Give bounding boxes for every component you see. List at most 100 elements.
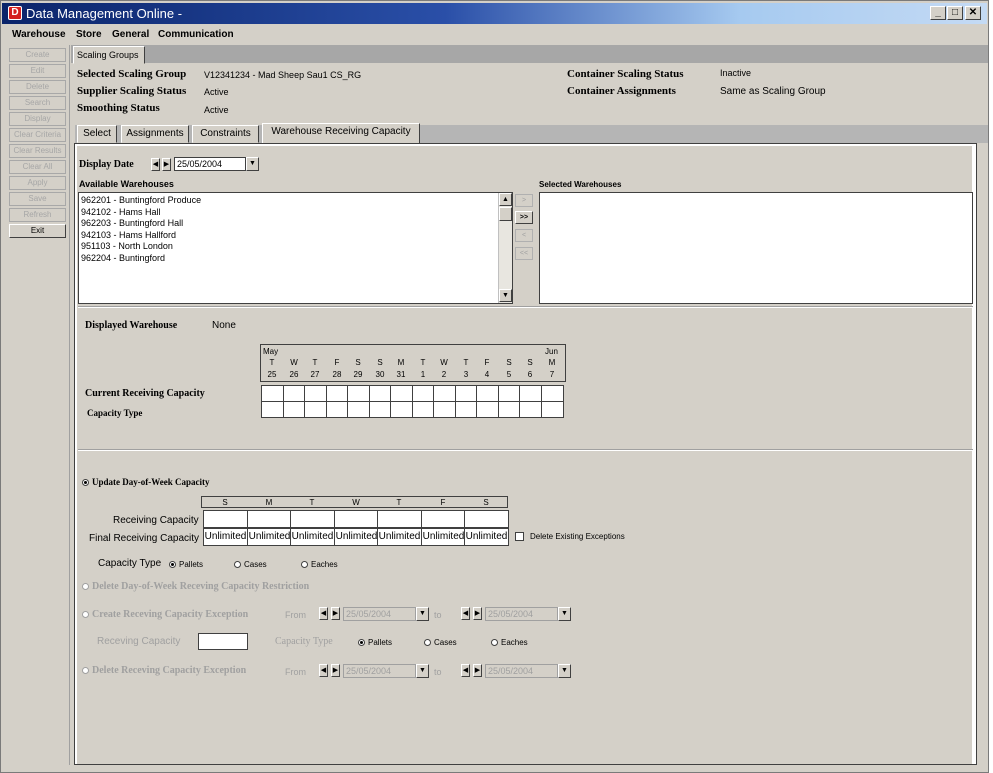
tab-constraints[interactable]: Constraints: [192, 125, 259, 143]
exception-type-cases[interactable]: Cases: [424, 638, 457, 647]
receiving-capacity-input[interactable]: [334, 510, 379, 528]
add-selected-button[interactable]: >: [515, 194, 533, 207]
remove-selected-button[interactable]: <: [515, 229, 533, 242]
delete-existing-exceptions-option[interactable]: Delete Existing Exceptions: [515, 532, 625, 541]
receiving-capacity-input[interactable]: [247, 510, 292, 528]
container-scaling-status-label: Container Scaling Status: [567, 68, 684, 80]
receiving-capacity-input[interactable]: [421, 510, 466, 528]
title-bar[interactable]: D Data Management Online - _ □ ✕: [2, 3, 987, 24]
exception-eaches-radio[interactable]: [491, 639, 498, 646]
save-button[interactable]: Save: [9, 192, 66, 206]
delete-from-prev-button[interactable]: ◀: [319, 664, 328, 677]
create-from-next-button[interactable]: ▶: [331, 607, 340, 620]
capacity-type-pallets[interactable]: Pallets: [169, 560, 203, 569]
exception-pallets-radio[interactable]: [358, 639, 365, 646]
menu-bar: Warehouse Store General Communication: [2, 25, 987, 45]
capacity-type-cases[interactable]: Cases: [234, 560, 267, 569]
tab-scaling-groups[interactable]: Scaling Groups: [73, 46, 145, 64]
list-item[interactable]: 942102 - Hams Hall: [79, 207, 512, 219]
tab-assignments[interactable]: Assignments: [121, 125, 189, 143]
selected-warehouses-list[interactable]: [539, 192, 973, 304]
delete-from-date[interactable]: 25/05/2004: [343, 664, 416, 678]
date-next-button[interactable]: ▶: [162, 158, 171, 171]
search-button[interactable]: Search: [9, 96, 66, 110]
display-date-input[interactable]: 25/05/2004: [174, 157, 246, 171]
tab-select[interactable]: Select: [77, 125, 117, 143]
apply-button[interactable]: Apply: [9, 176, 66, 190]
delete-existing-exceptions-checkbox[interactable]: [515, 532, 524, 541]
clear-all-button[interactable]: Clear All: [9, 160, 66, 174]
delete-to-prev-button[interactable]: ◀: [461, 664, 470, 677]
create-to-next-button[interactable]: ▶: [473, 607, 482, 620]
available-list-scrollbar[interactable]: ▲ ▼: [498, 193, 512, 303]
delete-to-next-button[interactable]: ▶: [473, 664, 482, 677]
edit-button[interactable]: Edit: [9, 64, 66, 78]
delete-dow-radio[interactable]: [82, 583, 89, 590]
menu-communication[interactable]: Communication: [158, 29, 234, 40]
display-button[interactable]: Display: [9, 112, 66, 126]
list-item[interactable]: 962204 - Buntingford: [79, 253, 512, 265]
add-all-button[interactable]: >>: [515, 211, 533, 224]
create-exception-radio[interactable]: [82, 611, 89, 618]
exception-type-eaches[interactable]: Eaches: [491, 638, 528, 647]
delete-to-dropdown[interactable]: ▼: [558, 664, 571, 678]
receiving-capacity-input[interactable]: [203, 510, 248, 528]
pallets-radio[interactable]: [169, 561, 176, 568]
menu-general[interactable]: General: [112, 29, 149, 40]
create-from-dropdown[interactable]: ▼: [416, 607, 429, 621]
calendar-dow-label: T: [312, 358, 318, 367]
refresh-button[interactable]: Refresh: [9, 208, 66, 222]
delete-to-date[interactable]: 25/05/2004: [485, 664, 558, 678]
list-item[interactable]: 942103 - Hams Hallford: [79, 230, 512, 242]
close-button[interactable]: ✕: [965, 6, 981, 20]
delete-dow-option[interactable]: Delete Day-of-Week Receving Capacity Res…: [82, 581, 309, 592]
exception-type-pallets[interactable]: Pallets: [358, 638, 392, 647]
final-capacity-cell: Unlimited: [290, 528, 335, 546]
exception-receving-capacity-label: Receving Capacity: [97, 636, 181, 647]
receiving-capacity-input[interactable]: [290, 510, 335, 528]
create-from-date[interactable]: 25/05/2004: [343, 607, 416, 621]
display-date-dropdown[interactable]: ▼: [246, 157, 259, 171]
list-item[interactable]: 962201 - Buntingford Produce: [79, 195, 512, 207]
current-capacity-cell: [476, 385, 499, 402]
exception-cases-radio[interactable]: [424, 639, 431, 646]
delete-from-next-button[interactable]: ▶: [331, 664, 340, 677]
clear-criteria-button[interactable]: Clear Criteria: [9, 128, 66, 142]
create-to-prev-button[interactable]: ◀: [461, 607, 470, 620]
scroll-up-icon[interactable]: ▲: [499, 193, 512, 206]
date-prev-button[interactable]: ◀: [151, 158, 160, 171]
update-dow-option[interactable]: Update Day-of-Week Capacity: [82, 477, 210, 487]
create-button[interactable]: Create: [9, 48, 66, 62]
scroll-down-icon[interactable]: ▼: [499, 289, 512, 302]
delete-button[interactable]: Delete: [9, 80, 66, 94]
exit-button[interactable]: Exit: [9, 224, 66, 238]
scroll-thumb[interactable]: [499, 207, 512, 221]
menu-store[interactable]: Store: [76, 29, 102, 40]
create-exception-option[interactable]: Create Receving Capacity Exception: [82, 609, 248, 620]
receiving-capacity-input[interactable]: [377, 510, 422, 528]
create-from-prev-button[interactable]: ◀: [319, 607, 328, 620]
maximize-button[interactable]: □: [947, 6, 963, 20]
receiving-capacity-input[interactable]: [464, 510, 509, 528]
available-warehouses-list[interactable]: 962201 - Buntingford Produce 942102 - Ha…: [78, 192, 513, 304]
eaches-radio[interactable]: [301, 561, 308, 568]
create-to-dropdown[interactable]: ▼: [558, 607, 571, 621]
capacity-type-eaches[interactable]: Eaches: [301, 560, 338, 569]
capacity-type-cell: [476, 401, 499, 418]
remove-all-button[interactable]: <<: [515, 247, 533, 260]
tab-warehouse-receiving-capacity[interactable]: Warehouse Receiving Capacity: [262, 123, 420, 143]
delete-from-dropdown[interactable]: ▼: [416, 664, 429, 678]
menu-warehouse[interactable]: Warehouse: [12, 29, 66, 40]
update-dow-radio[interactable]: [82, 479, 89, 486]
delete-exception-radio[interactable]: [82, 667, 89, 674]
create-to-date[interactable]: 25/05/2004: [485, 607, 558, 621]
exception-capacity-input[interactable]: [198, 633, 248, 650]
minimize-button[interactable]: _: [930, 6, 946, 20]
cases-radio[interactable]: [234, 561, 241, 568]
clear-results-button[interactable]: Clear Results: [9, 144, 66, 158]
delete-exception-option[interactable]: Delete Receving Capacity Exception: [82, 665, 246, 676]
list-item[interactable]: 962203 - Buntingford Hall: [79, 218, 512, 230]
list-item[interactable]: 951103 - North London: [79, 241, 512, 253]
calendar-date-label: 25: [267, 370, 277, 379]
delete-from-label: From: [285, 667, 306, 677]
